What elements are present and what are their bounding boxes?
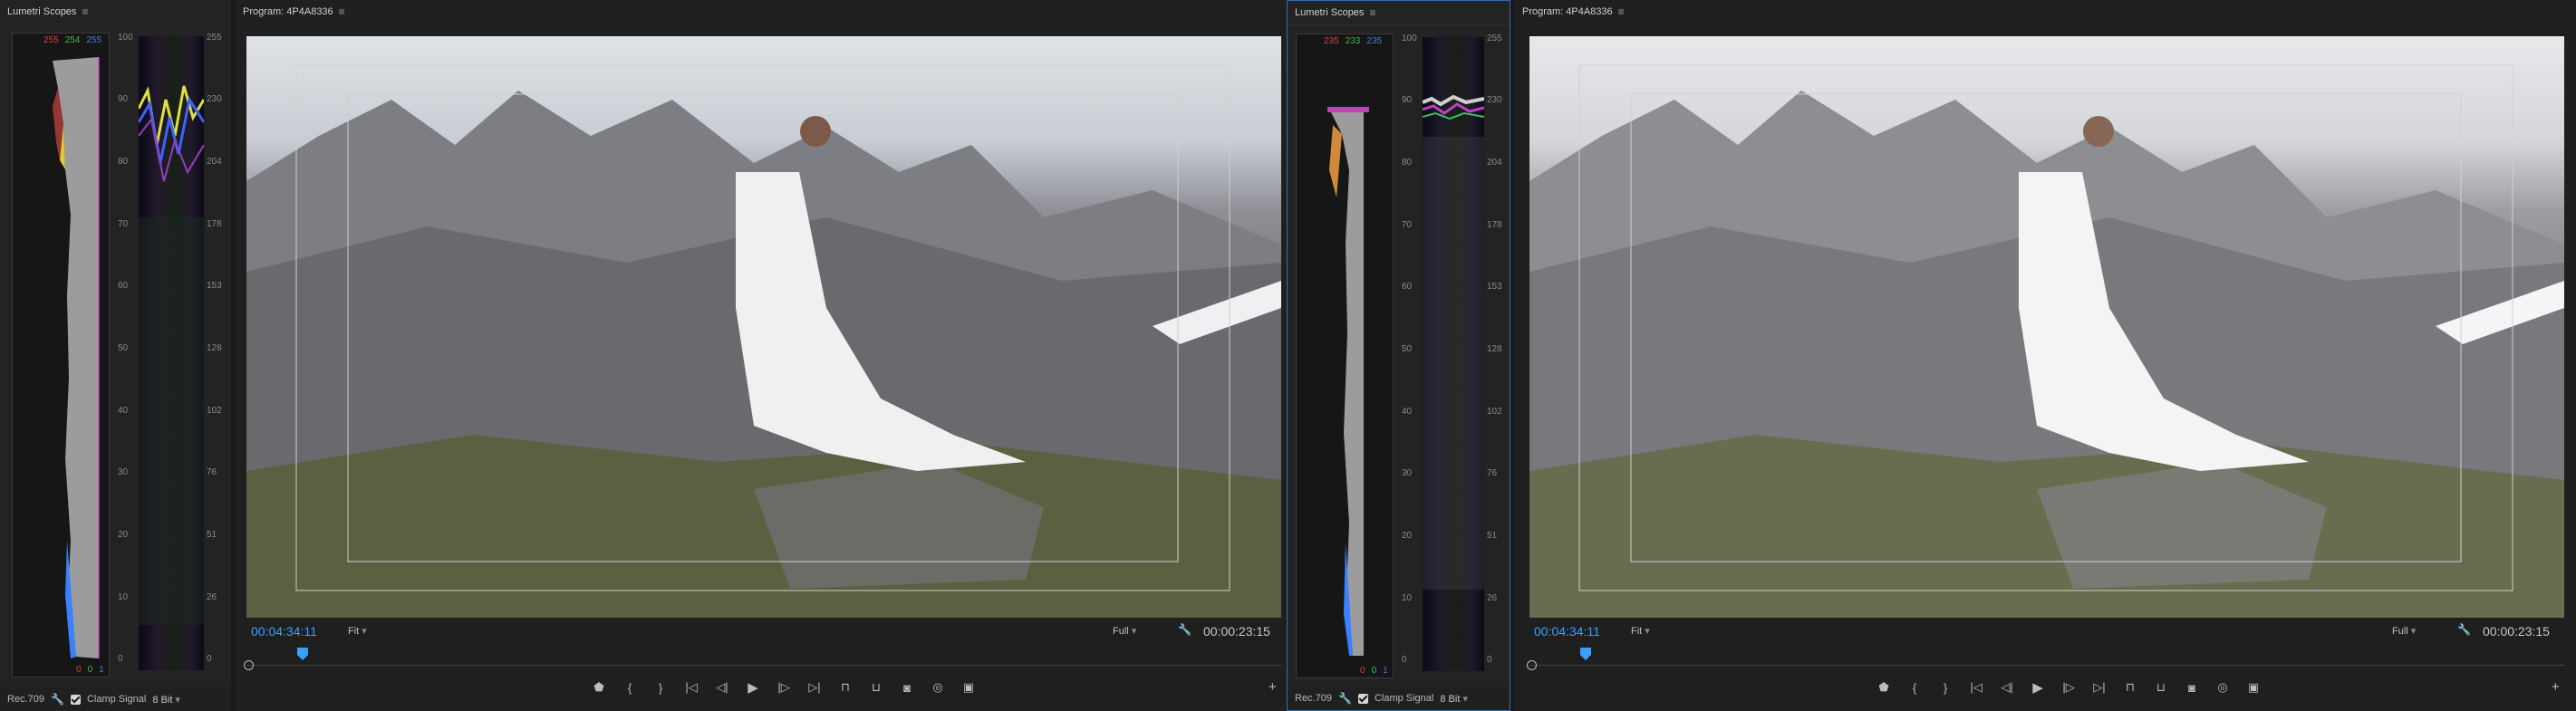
play-icon[interactable]: ▶ bbox=[738, 679, 768, 696]
plus-icon[interactable]: + bbox=[2552, 679, 2560, 695]
colorspace-dropdown[interactable]: Rec.709 bbox=[7, 694, 44, 705]
add-marker-icon[interactable]: ⬟ bbox=[1868, 680, 1899, 695]
wrench-icon[interactable]: 🔧 bbox=[1178, 623, 1192, 636]
histogram-bottom-readout: 0 0 1 bbox=[1360, 666, 1388, 676]
play-icon[interactable]: ▶ bbox=[2022, 679, 2053, 696]
waveform-trace bbox=[1423, 94, 1484, 590]
program-monitor-right: Program: 4P4A8336 ≡ 00:04:34:11 Fit Full… bbox=[1515, 0, 2576, 711]
scopes-title: Lumetri Scopes bbox=[7, 6, 77, 17]
program-header: Program: 4P4A8336 ≡ bbox=[1515, 0, 2576, 24]
wrench-icon[interactable]: 🔧 bbox=[1338, 692, 1352, 705]
video-content bbox=[246, 64, 1281, 618]
colorspace-dropdown[interactable]: Rec.709 bbox=[1295, 693, 1332, 704]
transport-controls: ⬟ { } |◁ ◁| ▶ |▷ ▷| ⊓ ⊔ ◙ ◎ ▣ bbox=[1868, 679, 2269, 696]
bitdepth-dropdown[interactable]: 8 Bit bbox=[152, 694, 180, 706]
export-frame-icon[interactable]: ◙ bbox=[2176, 681, 2207, 695]
step-back-icon[interactable]: ◁| bbox=[707, 680, 738, 695]
clamp-signal-label: Clamp Signal bbox=[86, 694, 147, 705]
resolution-dropdown[interactable]: Full bbox=[2392, 625, 2416, 637]
step-back-icon[interactable]: ◁| bbox=[1992, 680, 2022, 695]
export-frame-icon[interactable]: ◙ bbox=[892, 681, 922, 695]
histogram-graph bbox=[53, 57, 100, 658]
button-editor-icon[interactable]: ▣ bbox=[953, 680, 984, 695]
histogram-graph bbox=[1327, 107, 1369, 656]
histogram-scope: 235 233 235 0 0 1 bbox=[1296, 34, 1394, 678]
playhead-timecode[interactable]: 00:04:34:11 bbox=[1534, 624, 1600, 639]
duration-timecode: 00:00:23:15 bbox=[2483, 624, 2550, 639]
scopes-title: Lumetri Scopes bbox=[1295, 7, 1365, 18]
menu-icon[interactable]: ≡ bbox=[1618, 5, 1625, 18]
histogram-bottom-readout: 0 0 1 bbox=[76, 665, 104, 675]
program-title: Program: 4P4A8336 bbox=[243, 6, 333, 17]
duration-timecode: 00:00:23:15 bbox=[1203, 624, 1270, 639]
playhead-marker[interactable] bbox=[297, 648, 308, 660]
mark-out-icon[interactable]: } bbox=[1930, 681, 1961, 695]
timeline-scrubber[interactable] bbox=[246, 665, 1281, 666]
waveform-trace bbox=[139, 85, 204, 625]
wrench-icon[interactable]: 🔧 bbox=[51, 693, 64, 706]
wrench-icon[interactable]: 🔧 bbox=[2457, 623, 2471, 636]
zoom-dropdown[interactable]: Fit bbox=[348, 625, 367, 637]
transport-controls: ⬟ { } |◁ ◁| ▶ |▷ ▷| ⊓ ⊔ ◙ ◎ ▣ bbox=[584, 679, 984, 696]
clamp-signal-checkbox[interactable] bbox=[1357, 693, 1368, 704]
comparison-view-icon[interactable]: ◎ bbox=[922, 680, 953, 695]
program-header: Program: 4P4A8336 ≡ bbox=[236, 0, 1287, 24]
program-title: Program: 4P4A8336 bbox=[1522, 6, 1613, 17]
step-forward-icon[interactable]: |▷ bbox=[2053, 680, 2084, 695]
scopes-footer: Rec.709 🔧 Clamp Signal 8 Bit bbox=[1288, 687, 1510, 710]
scopes-header: Lumetri Scopes ≡ bbox=[1288, 1, 1510, 25]
video-content bbox=[1529, 64, 2564, 618]
waveform-scale-8bit: 255 230 204 178 153 128 102 76 51 26 0 bbox=[1487, 34, 1502, 665]
menu-icon[interactable]: ≡ bbox=[1369, 6, 1375, 19]
waveform-scope bbox=[1423, 37, 1484, 671]
lumetri-scopes-panel-left: Lumetri Scopes ≡ 255 254 255 0 0 1 100 9… bbox=[0, 0, 231, 711]
zoom-dropdown[interactable]: Fit bbox=[1631, 625, 1650, 637]
mark-out-icon[interactable]: } bbox=[645, 681, 676, 695]
extract-icon[interactable]: ⊔ bbox=[861, 680, 892, 695]
button-editor-icon[interactable]: ▣ bbox=[2238, 680, 2269, 695]
bitdepth-dropdown[interactable]: 8 Bit bbox=[1440, 693, 1468, 705]
timeline-scrubber[interactable] bbox=[1529, 665, 2564, 666]
extract-icon[interactable]: ⊔ bbox=[2146, 680, 2176, 695]
lift-icon[interactable]: ⊓ bbox=[2115, 680, 2146, 695]
lift-icon[interactable]: ⊓ bbox=[830, 680, 861, 695]
histogram-scope: 255 254 255 0 0 1 bbox=[12, 33, 110, 677]
scopes-header: Lumetri Scopes ≡ bbox=[0, 0, 231, 24]
plus-icon[interactable]: + bbox=[1269, 679, 1277, 695]
clamp-signal-checkbox[interactable] bbox=[70, 694, 81, 705]
waveform-scale-8bit: 255 230 204 178 153 128 102 76 51 26 0 bbox=[207, 33, 222, 664]
resolution-dropdown[interactable]: Full bbox=[1113, 625, 1136, 637]
program-video-frame[interactable] bbox=[1529, 36, 2564, 618]
mark-in-icon[interactable]: { bbox=[614, 681, 645, 695]
scrubber-start-handle[interactable] bbox=[1527, 660, 1537, 670]
scopes-footer: Rec.709 🔧 Clamp Signal 8 Bit bbox=[0, 687, 231, 711]
lumetri-scopes-panel-right: Lumetri Scopes ≡ 235 233 235 0 0 1 100 9… bbox=[1287, 0, 1510, 711]
go-to-out-icon[interactable]: ▷| bbox=[799, 680, 830, 695]
waveform-scope bbox=[139, 36, 204, 670]
menu-icon[interactable]: ≡ bbox=[82, 5, 88, 18]
step-forward-icon[interactable]: |▷ bbox=[768, 680, 799, 695]
clamp-signal-label: Clamp Signal bbox=[1374, 693, 1434, 704]
mark-in-icon[interactable]: { bbox=[1899, 681, 1930, 695]
program-video-frame[interactable] bbox=[246, 36, 1281, 618]
comparison-view-icon[interactable]: ◎ bbox=[2207, 680, 2238, 695]
playhead-marker[interactable] bbox=[1580, 648, 1591, 660]
go-to-out-icon[interactable]: ▷| bbox=[2084, 680, 2115, 695]
program-monitor-left: Program: 4P4A8336 ≡ 00:04:34:11 Fit Full… bbox=[236, 0, 1287, 711]
menu-icon[interactable]: ≡ bbox=[339, 5, 345, 18]
scrubber-start-handle[interactable] bbox=[244, 660, 254, 670]
go-to-in-icon[interactable]: |◁ bbox=[676, 680, 707, 695]
go-to-in-icon[interactable]: |◁ bbox=[1961, 680, 1992, 695]
add-marker-icon[interactable]: ⬟ bbox=[584, 680, 614, 695]
playhead-timecode[interactable]: 00:04:34:11 bbox=[251, 624, 317, 639]
